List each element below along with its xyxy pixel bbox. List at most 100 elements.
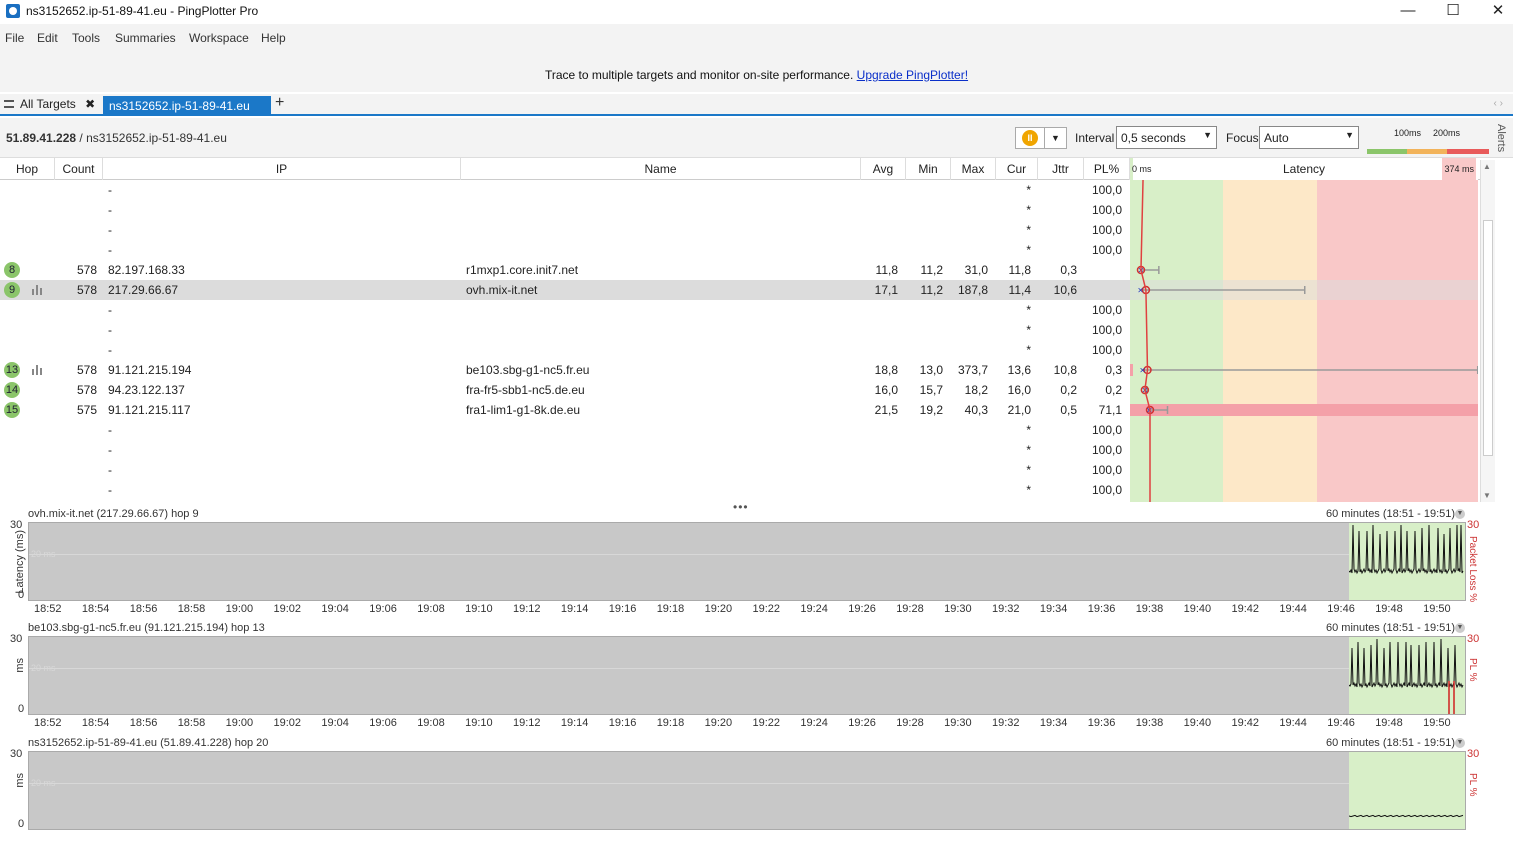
cell-ip: - [108, 223, 112, 237]
hop-badge[interactable]: 9 [4, 282, 20, 298]
upgrade-link[interactable]: Upgrade PingPlotter! [857, 68, 968, 82]
table-scrollbar[interactable]: ▲ ▼ [1480, 160, 1495, 502]
hop-badge[interactable]: 13 [4, 362, 20, 378]
col-jttr[interactable]: Jttr [1038, 158, 1084, 180]
cell-count: 578 [76, 283, 97, 297]
alerts-tab[interactable]: Alerts [1495, 124, 1507, 152]
table-row[interactable]: 13 578 91.121.215.194 be103.sbg-g1-nc5.fr.e… [0, 360, 1130, 380]
timeline-plot-area[interactable]: 20 ms [28, 636, 1466, 715]
chevron-down-icon[interactable]: ▼ [1455, 738, 1465, 748]
tab-all-targets[interactable]: All Targets ✖ [4, 97, 95, 111]
gridline-20ms-label: 20 ms [31, 549, 56, 559]
bar-chart-icon[interactable] [32, 365, 44, 375]
lat-zone-green [1130, 180, 1223, 502]
col-avg[interactable]: Avg [861, 158, 906, 180]
chevron-down-icon[interactable]: ▼ [1455, 509, 1465, 519]
table-row[interactable]: - * 100,0 [0, 240, 1130, 260]
cell-pl: 100,0 [1091, 443, 1122, 457]
table-row[interactable]: - * 100,0 [0, 180, 1130, 200]
table-row[interactable]: - * 100,0 [0, 420, 1130, 440]
hop-badge[interactable]: 8 [4, 262, 20, 278]
cell-cur: * [1026, 483, 1031, 497]
table-row[interactable]: 8 578 82.197.168.33 r1mxp1.core.init7.net 11… [0, 260, 1130, 280]
cell-jttr: 0,2 [1060, 383, 1077, 397]
time-tick-label: 19:42 [1231, 603, 1260, 615]
add-tab-button[interactable]: + [275, 94, 284, 112]
table-row[interactable]: - * 100,0 [0, 220, 1130, 240]
graph-time-range[interactable]: 60 minutes (18:51 - 19:51) [1326, 622, 1455, 634]
time-tick-label: 19:12 [513, 717, 541, 729]
table-row[interactable]: 14 578 94.23.122.137 fra-fr5-sbb1-nc5.de.eu… [0, 380, 1130, 400]
time-tick-label: 19:10 [465, 603, 493, 615]
menu-edit[interactable]: Edit [37, 31, 58, 45]
scroll-down-icon[interactable]: ▼ [1483, 491, 1491, 500]
cell-name: r1mxp1.core.init7.net [466, 263, 579, 277]
timeline-plot-area[interactable]: 20 ms [28, 522, 1466, 601]
scrollbar-thumb[interactable] [1483, 220, 1493, 456]
cell-ip: - [108, 183, 112, 197]
timeline-graph-panel[interactable]: ovh.mix-it.net (217.29.66.67) hop 9 60 mi… [0, 508, 1480, 622]
interval-select[interactable]: 0,5 seconds ▼ [1116, 126, 1217, 149]
col-hop[interactable]: Hop [0, 158, 55, 180]
minimize-button[interactable]: — [1385, 0, 1431, 24]
menu-workspace[interactable]: Workspace [189, 31, 249, 45]
tab-target[interactable]: ns3152652.ip-51-89-41.eu ✔ [103, 96, 271, 127]
col-ip[interactable]: IP [103, 158, 461, 180]
col-min[interactable]: Min [906, 158, 951, 180]
close-button[interactable]: ✕ [1475, 0, 1513, 24]
timeline-plot-area[interactable]: 20 ms [28, 751, 1466, 830]
hop-badge[interactable]: 15 [4, 402, 20, 418]
time-tick-label: 19:10 [465, 717, 493, 729]
time-tick-label: 19:36 [1087, 603, 1116, 615]
timeline-graph-panel[interactable]: be103.sbg-g1-nc5.fr.eu (91.121.215.194) … [0, 622, 1480, 736]
time-tick-label: 19:02 [273, 717, 302, 729]
menu-tools[interactable]: Tools [72, 31, 100, 45]
pause-button[interactable]: II ▼ [1015, 127, 1067, 149]
maximize-button[interactable]: ☐ [1430, 0, 1476, 24]
cell-max: 31,0 [964, 263, 988, 277]
col-latency[interactable]: 0 ms Latency 374 ms [1130, 158, 1478, 180]
col-cur[interactable]: Cur [996, 158, 1038, 180]
col-max[interactable]: Max [951, 158, 996, 180]
table-row[interactable]: - * 100,0 [0, 440, 1130, 460]
table-row[interactable]: - * 100,0 [0, 340, 1130, 360]
graph-time-range[interactable]: 60 minutes (18:51 - 19:51) [1326, 737, 1455, 749]
menu-file[interactable]: File [5, 31, 24, 45]
y-axis-unit: ms [14, 773, 26, 788]
col-count[interactable]: Count [55, 158, 103, 180]
table-row[interactable]: 9 578 217.29.66.67 ovh.mix-it.net 17,1 11,2 18… [0, 280, 1130, 300]
time-tick-label: 19:00 [225, 603, 254, 615]
hop-badge[interactable]: 14 [4, 382, 20, 398]
cell-pl: 100,0 [1091, 243, 1122, 257]
table-row[interactable]: - * 100,0 [0, 300, 1130, 320]
target-ip: 51.89.41.228 [6, 131, 77, 145]
table-row[interactable]: - * 100,0 [0, 460, 1130, 480]
bar-chart-icon[interactable] [32, 285, 44, 295]
graph-time-range[interactable]: 60 minutes (18:51 - 19:51) [1326, 508, 1455, 520]
menu-help[interactable]: Help [261, 31, 286, 45]
focus-select[interactable]: Auto ▼ [1259, 126, 1359, 149]
table-row[interactable]: - * 100,0 [0, 480, 1130, 500]
tab-scroll-arrows-icon[interactable]: ‹ › [1494, 98, 1503, 109]
gridline-20ms [29, 554, 1465, 555]
time-tick-label: 19:42 [1231, 717, 1260, 729]
cell-pl: 100,0 [1091, 483, 1122, 497]
col-name[interactable]: Name [461, 158, 861, 180]
cell-count: 578 [76, 383, 97, 397]
cell-ip: - [108, 483, 112, 497]
table-row[interactable]: - * 100,0 [0, 320, 1130, 340]
menu-summaries[interactable]: Summaries [115, 31, 176, 45]
chevron-down-icon[interactable]: ▼ [1044, 128, 1066, 148]
scroll-up-icon[interactable]: ▲ [1483, 162, 1491, 171]
table-row[interactable]: 15 575 91.121.215.117 fra1-lim1-g1-8k.de.eu… [0, 400, 1130, 420]
y-axis-unit: Latency (ms) [14, 530, 26, 594]
time-tick-label: 19:30 [944, 717, 972, 729]
packet-loss-axis-max: 30 [1467, 633, 1480, 645]
timeline-graph-panel[interactable]: ns3152652.ip-51-89-41.eu (51.89.41.228) … [0, 737, 1480, 851]
col-pl[interactable]: PL% [1084, 158, 1130, 180]
cell-max: 373,7 [957, 363, 988, 377]
chevron-down-icon[interactable]: ▼ [1455, 623, 1465, 633]
table-row[interactable]: - * 100,0 [0, 200, 1130, 220]
close-tab-icon[interactable]: ✖ [85, 97, 95, 111]
gridline-20ms [29, 668, 1465, 669]
